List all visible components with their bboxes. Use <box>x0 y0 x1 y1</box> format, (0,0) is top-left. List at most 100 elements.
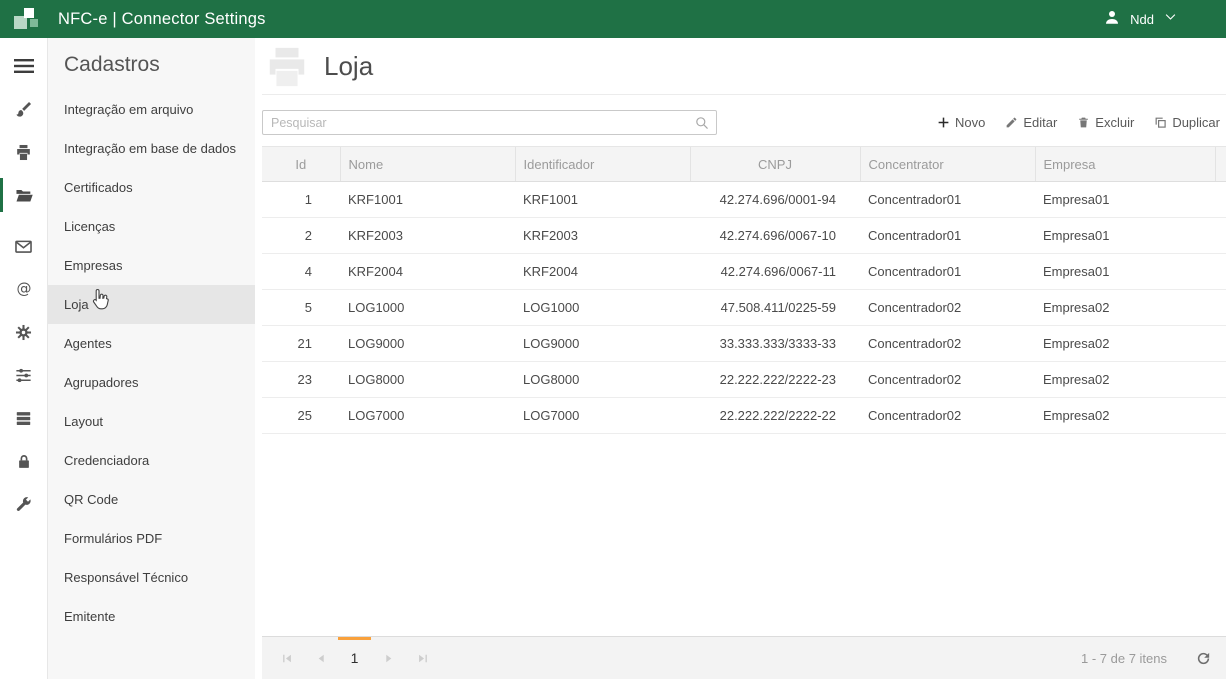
table-cell: LOG1000 <box>515 290 690 326</box>
printer-icon[interactable] <box>0 132 48 172</box>
table-cell: 42.274.696/0067-11 <box>690 254 860 290</box>
column-header-filler <box>1215 147 1226 182</box>
table-cell: LOG7000 <box>340 398 515 434</box>
search-box <box>262 110 717 135</box>
duplicate-button[interactable]: Duplicar <box>1154 115 1220 130</box>
app-title: NFC-e | Connector Settings <box>58 10 266 29</box>
column-header[interactable]: Id <box>262 147 340 182</box>
app-logo-icon <box>14 6 42 32</box>
table-cell: LOG9000 <box>340 326 515 362</box>
folder-open-icon[interactable] <box>0 175 48 215</box>
sidebar-item[interactable]: Agrupadores <box>48 363 255 402</box>
sidebar-item[interactable]: Layout <box>48 402 255 441</box>
table-cell: LOG8000 <box>340 362 515 398</box>
table-cell-filler <box>1215 290 1226 326</box>
first-page-button[interactable] <box>272 637 302 679</box>
table-cell: KRF2004 <box>515 254 690 290</box>
page-number-current[interactable]: 1 <box>338 637 371 679</box>
sidebar-item[interactable]: QR Code <box>48 480 255 519</box>
table-cell: KRF2004 <box>340 254 515 290</box>
wrench-icon[interactable] <box>0 484 48 524</box>
table-cell: 23 <box>262 362 340 398</box>
table-cell: Concentrador02 <box>860 326 1035 362</box>
sidebar-item[interactable]: Responsável Técnico <box>48 558 255 597</box>
mail-icon[interactable] <box>0 226 48 266</box>
prev-icon <box>314 651 329 666</box>
sidebar: Cadastros Integração em arquivoIntegraçã… <box>48 38 255 679</box>
sidebar-item[interactable]: Emitente <box>48 597 255 636</box>
search-input[interactable] <box>263 111 716 134</box>
column-header[interactable]: Identificador <box>515 147 690 182</box>
table-cell: Empresa02 <box>1035 326 1215 362</box>
table-cell: 21 <box>262 326 340 362</box>
sidebar-item[interactable]: Loja <box>48 285 255 324</box>
sidebar-item[interactable]: Integração em base de dados <box>48 129 255 168</box>
menu-toggle-icon[interactable] <box>0 46 48 86</box>
table-cell: LOG7000 <box>515 398 690 434</box>
table-row[interactable]: 21LOG9000LOG900033.333.333/3333-33Concen… <box>262 326 1226 362</box>
lock-icon[interactable] <box>0 441 48 481</box>
table-cell: KRF2003 <box>340 218 515 254</box>
duplicate-button-label: Duplicar <box>1172 115 1220 130</box>
sidebar-menu: Integração em arquivoIntegração em base … <box>48 90 255 636</box>
new-button-label: Novo <box>955 115 985 130</box>
table-cell: 42.274.696/0001-94 <box>690 182 860 218</box>
table-cell: 1 <box>262 182 340 218</box>
sidebar-item[interactable]: Licenças <box>48 207 255 246</box>
column-header[interactable]: Empresa <box>1035 147 1215 182</box>
table-row[interactable]: 25LOG7000LOG700022.222.222/2222-22Concen… <box>262 398 1226 434</box>
sliders-icon[interactable] <box>0 355 48 395</box>
table-row[interactable]: 2KRF2003KRF200342.274.696/0067-10Concent… <box>262 218 1226 254</box>
table-row[interactable]: 23LOG8000LOG800022.222.222/2222-23Concen… <box>262 362 1226 398</box>
sidebar-item[interactable]: Credenciadora <box>48 441 255 480</box>
sidebar-item[interactable]: Certificados <box>48 168 255 207</box>
table-cell: Concentrador02 <box>860 362 1035 398</box>
search-icon[interactable] <box>694 115 710 136</box>
table-cell-filler <box>1215 362 1226 398</box>
table-cell: Concentrador01 <box>860 182 1035 218</box>
table-cell-filler <box>1215 326 1226 362</box>
table-cell: 22.222.222/2222-22 <box>690 398 860 434</box>
table-cell: KRF1001 <box>340 182 515 218</box>
page-header: Loja <box>262 38 1226 95</box>
sidebar-item[interactable]: Agentes <box>48 324 255 363</box>
edit-button[interactable]: Editar <box>1005 115 1057 130</box>
user-icon <box>1103 8 1121 31</box>
table-cell: Empresa01 <box>1035 218 1215 254</box>
next-page-button[interactable] <box>373 637 403 679</box>
trash-icon <box>1077 116 1090 129</box>
refresh-button[interactable] <box>1195 650 1212 667</box>
delete-button[interactable]: Excluir <box>1077 115 1134 130</box>
table-row[interactable]: 5LOG1000LOG100047.508.411/0225-59Concent… <box>262 290 1226 326</box>
table-row[interactable]: 4KRF2004KRF200442.274.696/0067-11Concent… <box>262 254 1226 290</box>
column-header[interactable]: CNPJ <box>690 147 860 182</box>
layers-icon[interactable] <box>0 398 48 438</box>
table-cell: 5 <box>262 290 340 326</box>
at-sign-icon[interactable]: @ <box>0 269 48 309</box>
icon-rail: @ <box>0 38 48 679</box>
gear-icon[interactable] <box>0 312 48 352</box>
table-cell: Empresa02 <box>1035 362 1215 398</box>
user-menu[interactable]: Ndd <box>1103 8 1214 31</box>
table-cell: Concentrador02 <box>860 398 1035 434</box>
main-panel: Loja Novo <box>255 38 1226 679</box>
page-title: Loja <box>324 51 373 82</box>
sidebar-item[interactable]: Empresas <box>48 246 255 285</box>
user-name: Ndd <box>1130 12 1154 27</box>
sidebar-item[interactable]: Integração em arquivo <box>48 90 255 129</box>
svg-text:@: @ <box>16 280 31 298</box>
brush-icon[interactable] <box>0 89 48 129</box>
table-cell: Empresa02 <box>1035 398 1215 434</box>
table-cell: 4 <box>262 254 340 290</box>
delete-button-label: Excluir <box>1095 115 1134 130</box>
last-page-button[interactable] <box>407 637 437 679</box>
prev-page-button[interactable] <box>306 637 336 679</box>
sidebar-item[interactable]: Formulários PDF <box>48 519 255 558</box>
column-header[interactable]: Nome <box>340 147 515 182</box>
column-header[interactable]: Concentrator <box>860 147 1035 182</box>
edit-button-label: Editar <box>1023 115 1057 130</box>
table-cell: LOG8000 <box>515 362 690 398</box>
table-row[interactable]: 1KRF1001KRF100142.274.696/0001-94Concent… <box>262 182 1226 218</box>
new-button[interactable]: Novo <box>937 115 985 130</box>
table-header-row: IdNomeIdentificadorCNPJConcentratorEmpre… <box>262 147 1226 182</box>
